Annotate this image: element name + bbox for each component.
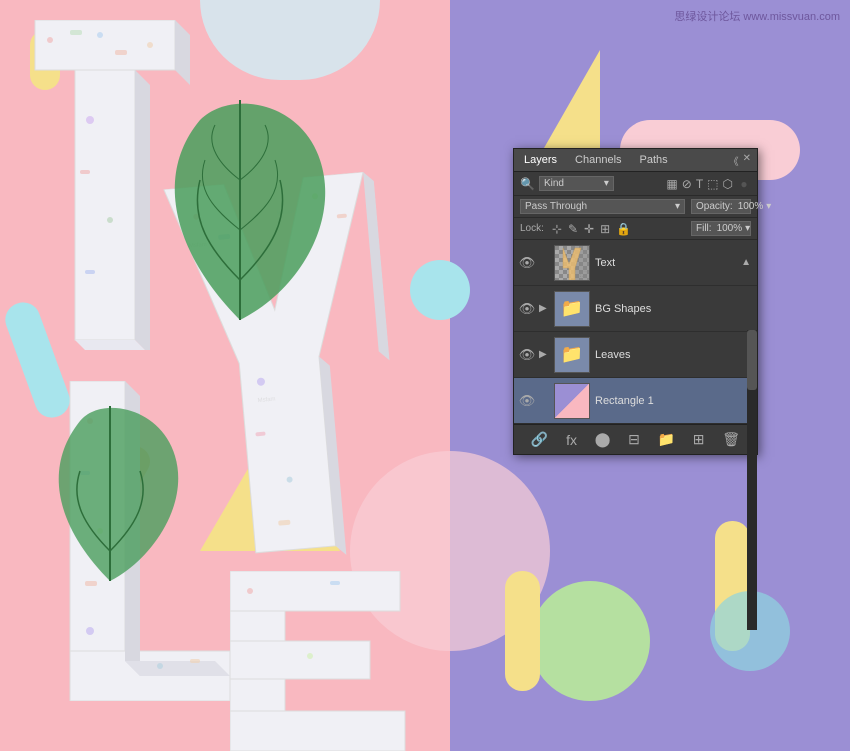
panel-scrollbar[interactable] [747, 330, 757, 630]
visibility-leaves[interactable]: 👁 [520, 348, 534, 362]
close-icon[interactable]: ✕ [743, 153, 751, 168]
layer-arrow-text: ▲ [741, 257, 751, 268]
panel-titlebar: Layers Channels Paths 《 ✕ [514, 149, 757, 172]
layers-panel: Layers Channels Paths 《 ✕ 🔍 Kind ▾ ▦ ⊘ T… [513, 148, 758, 455]
layer-name-rect1: Rectangle 1 [595, 395, 751, 407]
layer-item-rect1[interactable]: 👁 Rectangle 1 [514, 378, 757, 424]
opacity-field[interactable]: Opacity: 100% ▾ [691, 199, 751, 214]
blend-row: Pass Through ▾ Opacity: 100% ▾ [514, 196, 757, 218]
lock-position-icon[interactable]: ✎ [568, 222, 578, 236]
visibility-rect1[interactable]: 👁 [520, 394, 534, 408]
layer-name-leaves: Leaves [595, 349, 751, 361]
lock-move-icon[interactable]: ✛ [584, 222, 594, 236]
leaf-bottom [30, 391, 190, 591]
lock-all-icon[interactable]: ⊞ [600, 222, 610, 236]
thumb-rect1 [554, 383, 590, 419]
filter-row: 🔍 Kind ▾ ▦ ⊘ T ⬚ ⬡ ● [514, 172, 757, 196]
layer-item-bgshapes[interactable]: 👁 ▶ 📁 BG Shapes [514, 286, 757, 332]
layer-name-text: Text [595, 257, 736, 269]
filter-icon-1[interactable]: ▦ [666, 177, 677, 191]
thumb-leaves: 📁 [554, 337, 590, 373]
tab-channels[interactable]: Channels [571, 152, 625, 168]
fx-button[interactable]: fx [562, 430, 581, 450]
kind-dropdown[interactable]: Kind ▾ [539, 176, 614, 191]
filter-icon-3[interactable]: T [696, 177, 703, 191]
layer-name-bgshapes: BG Shapes [595, 303, 751, 315]
tab-layers[interactable]: Layers [520, 152, 561, 168]
artboard-button[interactable]: ⊞ [689, 429, 709, 450]
layers-list: 👁 ⬚ Text ▲ 👁 ▶ 📁 BG Shapes [514, 240, 757, 424]
layer-item-leaves[interactable]: 👁 ▶ 📁 Leaves [514, 332, 757, 378]
filter-icon-5[interactable]: ⬡ [723, 177, 733, 191]
thumb-text: ⬚ [554, 245, 590, 281]
lock-pixels-icon[interactable]: ⊹ [552, 222, 562, 236]
letter-E [230, 571, 430, 751]
filter-icons: ▦ ⊘ T ⬚ ⬡ ● [666, 177, 751, 191]
blend-mode-dropdown[interactable]: Pass Through ▾ [520, 199, 685, 214]
watermark: 思绿设计论坛 www.missvuan.com [674, 8, 840, 24]
mask-button[interactable]: ⊟ [624, 429, 644, 450]
adjustment-button[interactable]: ⬤ [591, 429, 615, 450]
lock-label: Lock: [520, 223, 544, 234]
link-button[interactable]: 🔗 [527, 429, 552, 450]
panel-toolbar: 🔗 fx ⬤ ⊟ 📁 ⊞ 🗑 [514, 424, 757, 454]
visibility-bgshapes[interactable]: 👁 [520, 302, 534, 316]
group-button[interactable]: 📁 [654, 429, 679, 450]
lock-row: Lock: ⊹ ✎ ✛ ⊞ 🔒 Fill: 100% ▾ [514, 218, 757, 240]
collapse-icon[interactable]: 《 [729, 153, 739, 168]
dropdown-arrow: ▾ [604, 178, 609, 189]
scrollbar-thumb[interactable] [747, 330, 757, 390]
panel-tabs: Layers Channels Paths [520, 152, 672, 168]
fill-field[interactable]: Fill: 100% ▾ [691, 221, 751, 236]
green-circle [530, 581, 650, 701]
search-icon: 🔍 [520, 177, 535, 191]
opacity-arrow: ▾ [766, 201, 771, 212]
layer-item-text[interactable]: 👁 ⬚ Text ▲ [514, 240, 757, 286]
expand-bgshapes[interactable]: ▶ [539, 303, 549, 314]
lock-icons: ⊹ ✎ ✛ ⊞ 🔒 [552, 222, 631, 236]
expand-leaves[interactable]: ▶ [539, 349, 549, 360]
filter-toggle[interactable]: ● [737, 177, 751, 191]
filter-icon-2[interactable]: ⊘ [682, 177, 692, 191]
panel-title-icons: 《 ✕ [729, 153, 751, 168]
yellow-cylinder-bottom [505, 571, 540, 691]
lock-icon[interactable]: 🔒 [616, 222, 631, 236]
blend-arrow: ▾ [675, 201, 680, 212]
thumb-bgshapes: 📁 [554, 291, 590, 327]
cyan-circle [410, 260, 470, 320]
visibility-text[interactable]: 👁 [520, 256, 534, 270]
trash-button[interactable]: 🗑 [718, 429, 744, 450]
filter-icon-4[interactable]: ⬚ [707, 177, 718, 191]
fill-arrow: ▾ [745, 223, 750, 234]
leaf-top [140, 80, 340, 330]
tab-paths[interactable]: Paths [636, 152, 672, 168]
